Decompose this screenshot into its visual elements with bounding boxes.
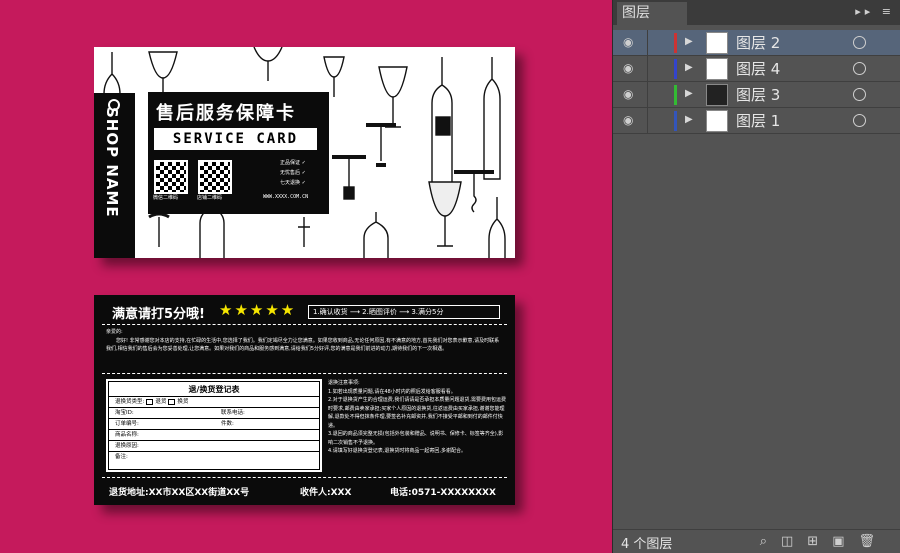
card-title-cn: 售后服务保障卡 xyxy=(156,103,296,124)
expand-triangle-icon[interactable]: ▶ xyxy=(685,114,693,125)
return-label: 退货 xyxy=(155,399,167,405)
feature-list: 正品保证 ✓ 无忧售后 ✓ 七天退换 ✓ xyxy=(280,158,306,188)
note-item: 1.如若出现质量问题,请在48小时内的照后发给客服看看。 xyxy=(328,388,456,395)
dashed-divider xyxy=(102,324,507,325)
form-row-product: 商品名称: xyxy=(109,429,319,440)
column-divider xyxy=(647,108,648,134)
expand-triangle-icon[interactable]: ▶ xyxy=(685,62,693,73)
shop-qr-code xyxy=(198,160,232,194)
layer-name[interactable]: 图层 3 xyxy=(736,85,780,105)
recipient: 收件人:XXX xyxy=(300,488,352,498)
form-title: 退/换货登记表 xyxy=(188,385,240,394)
form-row-remark: 备注: xyxy=(109,451,319,462)
card-title-en: SERVICE CARD xyxy=(154,128,317,150)
visibility-eye-icon[interactable]: ◉ xyxy=(623,114,639,126)
tab-layers[interactable]: 图层 xyxy=(617,2,687,25)
search-icon[interactable]: ⌕ xyxy=(760,534,781,549)
layer-color-swatch xyxy=(674,33,677,53)
shop-name: SHOP NAME xyxy=(103,107,121,218)
exchange-label: 换货 xyxy=(177,399,189,405)
layer-color-swatch xyxy=(674,111,677,131)
layer-thumbnail xyxy=(706,32,728,54)
wechat-qr-code xyxy=(154,160,188,194)
layers-panel-footer: 4 个图层 ⌕◫⊞▣🗑 xyxy=(613,529,900,553)
target-circle-icon[interactable] xyxy=(853,114,866,127)
dashed-divider xyxy=(102,373,507,374)
layer-color-swatch xyxy=(674,85,677,105)
layer-actions: ⌕◫⊞▣🗑 xyxy=(760,534,889,549)
layer-thumbnail xyxy=(706,58,728,80)
column-divider xyxy=(647,56,648,82)
service-card-back[interactable]: 满意请打5分哦! ★★★★★ 1.确认收货 ⟶ 2.晒图评价 ⟶ 3.满分5分 … xyxy=(94,295,515,505)
checkbox-return xyxy=(146,398,154,405)
target-circle-icon[interactable] xyxy=(853,62,866,75)
shop-qr-label: 店铺二维码 xyxy=(197,195,223,201)
note-item: 4.请填写好退换货登记表,退换货时将商品一起寄回,多谢配合。 xyxy=(328,448,466,454)
layer-count: 4 个图层 xyxy=(621,537,673,552)
wechat-qr-label: 微信二维码 xyxy=(153,195,179,201)
visibility-eye-icon[interactable]: ◉ xyxy=(623,62,639,74)
form-row-id: 淘宝ID: 联系电话: xyxy=(109,407,319,418)
layer-name[interactable]: 图层 2 xyxy=(736,33,780,53)
form-row-order: 订单编号: 件数: xyxy=(109,418,319,429)
layers-panel-header: 图层 ▸▸ ≡ xyxy=(613,0,900,25)
dashed-divider xyxy=(102,477,507,478)
return-exchange-form: 退/换货登记表 退换货类型: 退货 换货 淘宝ID: 联系电话: 订单编号: 件数: 商… xyxy=(106,379,322,472)
notes-title: 退换注意事项: xyxy=(328,380,360,386)
target-circle-icon[interactable] xyxy=(853,88,866,101)
layer-row-3[interactable]: ◉ ▶ 图层 3 xyxy=(613,82,900,108)
rating-steps: 1.确认收货 ⟶ 2.晒图评价 ⟶ 3.满分5分 xyxy=(308,305,500,319)
new-sublayer-icon[interactable]: ⊞ xyxy=(807,534,832,549)
checkbox-exchange xyxy=(168,398,176,405)
five-star-icon: ★★★★★ xyxy=(219,301,297,319)
new-layer-icon[interactable]: ▣ xyxy=(832,534,858,549)
layer-row-2[interactable]: ◉ ▶ 图层 2 xyxy=(613,30,900,56)
layer-row-4[interactable]: ◉ ▶ 图层 4 xyxy=(613,56,900,82)
column-divider xyxy=(647,82,648,108)
order-no-label: 订单编号: xyxy=(115,421,139,427)
feature-item: 正品保证 ✓ xyxy=(280,160,306,166)
column-divider xyxy=(647,30,648,56)
return-address: 退货地址:XX市XX区XX街道XX号 xyxy=(109,488,250,498)
layer-thumbnail xyxy=(706,110,728,132)
note-item: 2.对于退换货产生的合理运费,我们请请是否承担本质量问题退货,需要费用包运费时要… xyxy=(328,397,506,429)
layer-row-1[interactable]: ◉ ▶ 图层 1 xyxy=(613,108,900,134)
greeting-text: 亲爱的: xyxy=(106,329,123,335)
contact-phone: 电话:0571-XXXXXXXX xyxy=(390,488,496,498)
layer-name[interactable]: 图层 1 xyxy=(736,111,780,131)
expand-triangle-icon[interactable]: ▶ xyxy=(685,88,693,99)
remark-label: 备注: xyxy=(115,454,128,460)
service-card-front[interactable]: SHOP NAME 售后服务保障卡 SERVICE CARD 微信二维码 店铺二… xyxy=(94,47,515,258)
website-url: WWW.XXXX.COM.CN xyxy=(263,194,309,200)
product-label: 商品名称: xyxy=(115,432,139,438)
note-item: 3.退回的商品须完整无损(包括外包装和赠品、说明书、保修卡、标签等齐全),影响二… xyxy=(328,431,504,446)
taobao-id-label: 淘宝ID: xyxy=(115,410,134,416)
layer-list: ◉ ▶ 图层 2 ◉ ▶ 图层 4 ◉ ▶ 图层 3 ◉ ▶ 图层 1 xyxy=(613,30,900,134)
visibility-eye-icon[interactable]: ◉ xyxy=(623,88,639,100)
form-row-type: 退换货类型: 退货 换货 xyxy=(109,396,319,407)
type-label: 退换货类型: xyxy=(115,399,145,405)
visibility-eye-icon[interactable]: ◉ xyxy=(623,36,639,48)
reason-label: 退换原因: xyxy=(115,443,139,449)
expand-triangle-icon[interactable]: ▶ xyxy=(685,36,693,47)
layers-panel[interactable]: 图层 ▸▸ ≡ ◉ ▶ 图层 2 ◉ ▶ 图层 4 ◉ ▶ 图层 3 ◉ ▶ 图… xyxy=(612,0,900,553)
panel-menu-icon[interactable]: ▸▸ ≡ xyxy=(855,5,895,18)
return-notes: 退换注意事项: 1.如若出现质量问题,请在48小时内的照后发给客服看看。 2.对… xyxy=(328,379,508,456)
layer-thumbnail xyxy=(706,84,728,106)
feature-item: 无忧售后 ✓ xyxy=(280,170,306,176)
layer-color-swatch xyxy=(674,59,677,79)
trash-icon[interactable]: 🗑 xyxy=(858,534,889,549)
canvas-artboard[interactable]: SHOP NAME 售后服务保障卡 SERVICE CARD 微信二维码 店铺二… xyxy=(0,0,612,553)
feature-item: 七天退换 ✓ xyxy=(280,180,306,186)
thank-you-paragraph: 您好! 非常感谢您对本店的支持,在忙碌的生活中,您选择了我们。我们定竭尽全力让您… xyxy=(106,338,500,352)
clip-mask-icon[interactable]: ◫ xyxy=(781,534,807,549)
target-circle-icon[interactable] xyxy=(853,36,866,49)
rating-title: 满意请打5分哦! xyxy=(112,307,205,322)
layer-name[interactable]: 图层 4 xyxy=(736,59,780,79)
form-row-reason: 退换原因: xyxy=(109,440,319,451)
